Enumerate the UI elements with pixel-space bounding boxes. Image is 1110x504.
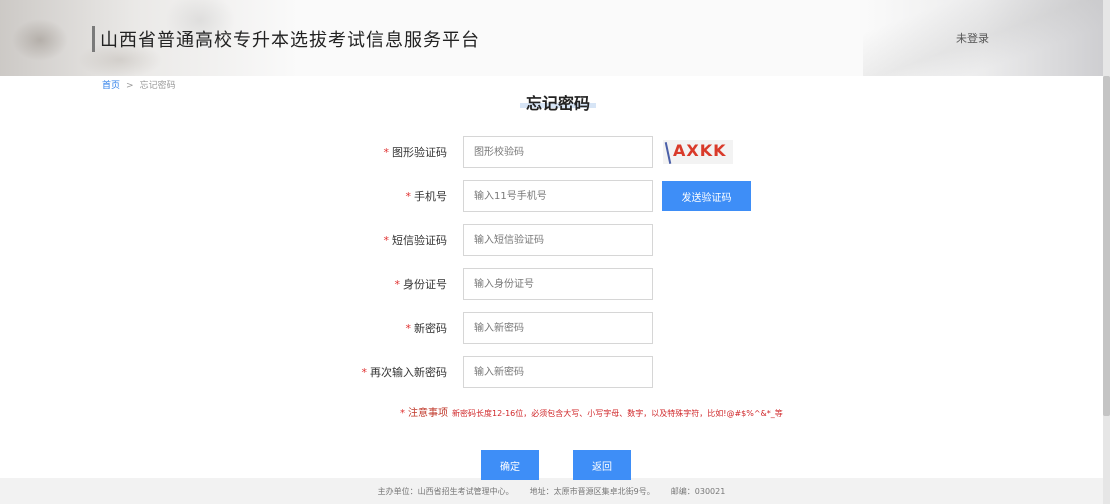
confirm-password-input[interactable] — [463, 356, 653, 388]
confirm-password-label: * 再次输入新密码 — [361, 366, 448, 379]
breadcrumb: 首页 > 忘记密码 — [102, 78, 176, 91]
sms-code-input[interactable] — [463, 224, 653, 256]
captcha-label: * 图形验证码 — [383, 146, 448, 159]
send-sms-code-button[interactable]: 发送验证码 — [662, 181, 751, 211]
captcha-image[interactable]: AXKK — [663, 140, 733, 164]
phone-label: * 手机号 — [405, 190, 448, 203]
required-mark: * — [405, 190, 412, 203]
sms-code-label: * 短信验证码 — [383, 234, 448, 247]
captcha-input[interactable] — [463, 136, 653, 168]
footer-address: 地址：太原市晋源区集卓北街9号。 — [529, 487, 655, 496]
phone-input[interactable] — [463, 180, 653, 212]
new-password-label: * 新密码 — [405, 322, 448, 335]
breadcrumb-separator: > — [126, 81, 134, 91]
sms-code-row: * 短信验证码 — [0, 224, 1103, 256]
required-mark: * — [383, 146, 390, 159]
footer-postcode: 邮编：030021 — [670, 487, 726, 496]
title-divider — [92, 26, 95, 52]
id-number-label: * 身份证号 — [394, 278, 448, 291]
required-mark: * — [361, 366, 368, 379]
new-password-input[interactable] — [463, 312, 653, 344]
required-mark: * — [400, 408, 405, 419]
breadcrumb-current: 忘记密码 — [139, 81, 176, 91]
footer-organizer: 主办单位：山西省招生考试管理中心。 — [377, 487, 514, 496]
confirm-button[interactable]: 确定 — [481, 450, 539, 480]
site-title: 山西省普通高校专升本选拔考试信息服务平台 — [100, 30, 480, 51]
password-notice: * 注意事项 新密码长度12-16位，必须包含大写、小写字母、数字，以及特殊字符，比… — [400, 404, 783, 419]
required-mark: * — [405, 322, 412, 335]
phone-row: *手机号 发送验证码 — [0, 180, 1103, 212]
captcha-noise-line — [664, 142, 672, 164]
login-status-link[interactable]: 未登录 — [956, 30, 989, 46]
required-mark: * — [383, 234, 390, 247]
captcha-row: *图形验证码 AXKK — [0, 136, 1103, 168]
page-title: 忘记密码 — [520, 90, 597, 114]
required-mark: * — [394, 278, 401, 291]
confirm-password-row: * 再次输入新密码 — [0, 356, 1103, 388]
back-button[interactable]: 返回 — [573, 450, 631, 480]
notice-label: 注意事项 — [408, 408, 448, 419]
site-header: 山西省普通高校专升本选拔考试信息服务平台 未登录 — [0, 0, 1103, 76]
breadcrumb-home-link[interactable]: 首页 — [102, 81, 120, 91]
captcha-code: AXKK — [673, 141, 727, 160]
notice-text: 新密码长度12-16位，必须包含大写、小写字母、数字，以及特殊字符，比如!@#$… — [452, 409, 783, 418]
id-number-row: * 身份证号 — [0, 268, 1103, 300]
new-password-row: * 新密码 — [0, 312, 1103, 344]
site-footer: 主办单位：山西省招生考试管理中心。 地址：太原市晋源区集卓北街9号。 邮编：0300… — [0, 486, 1103, 497]
id-number-input[interactable] — [463, 268, 653, 300]
scrollbar-thumb[interactable] — [1103, 76, 1110, 416]
